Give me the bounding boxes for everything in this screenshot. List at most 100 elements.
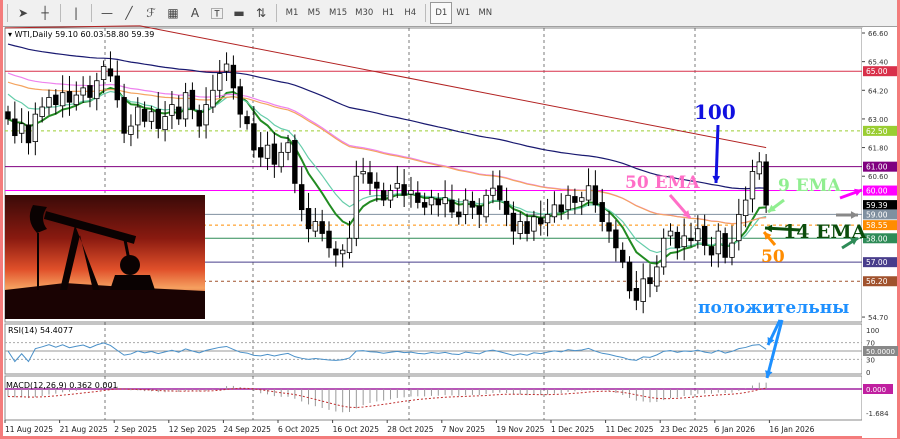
candle[interactable] <box>148 111 155 122</box>
candle[interactable] <box>189 89 196 110</box>
candle[interactable] <box>46 97 52 108</box>
candle[interactable] <box>681 235 687 248</box>
candle[interactable] <box>476 205 482 215</box>
candle[interactable] <box>5 111 11 120</box>
candle[interactable] <box>264 144 271 159</box>
candle[interactable] <box>551 204 558 218</box>
candle[interactable] <box>688 237 694 242</box>
candle[interactable] <box>380 190 387 201</box>
candle[interactable] <box>660 237 667 268</box>
candle[interactable] <box>701 225 708 246</box>
candle[interactable] <box>538 217 544 225</box>
candle[interactable] <box>121 97 127 134</box>
candle[interactable] <box>408 190 414 195</box>
candle[interactable] <box>196 110 202 127</box>
rsi-pane[interactable] <box>4 323 863 375</box>
candle[interactable] <box>203 104 209 126</box>
candle[interactable] <box>285 142 291 153</box>
candle[interactable] <box>80 87 86 96</box>
candle[interactable] <box>223 63 230 72</box>
candle[interactable] <box>53 94 59 106</box>
candle[interactable] <box>715 230 722 255</box>
candle[interactable] <box>510 212 517 232</box>
candle[interactable] <box>230 64 237 89</box>
candle[interactable] <box>667 230 674 237</box>
candle[interactable] <box>435 198 441 206</box>
candle[interactable] <box>442 197 448 205</box>
candle[interactable] <box>626 261 633 292</box>
candle[interactable] <box>312 221 319 232</box>
candle[interactable] <box>12 118 18 137</box>
candle[interactable] <box>141 108 148 122</box>
candle[interactable] <box>39 106 45 117</box>
candle[interactable] <box>258 147 264 158</box>
candle[interactable] <box>346 237 353 254</box>
candle[interactable] <box>763 161 769 206</box>
candle[interactable] <box>565 194 571 211</box>
candle[interactable] <box>558 204 564 213</box>
candle[interactable] <box>176 106 182 120</box>
candle[interactable] <box>640 278 646 302</box>
candle[interactable] <box>421 202 428 208</box>
candle[interactable] <box>271 143 278 165</box>
candle[interactable] <box>654 266 660 287</box>
candle[interactable] <box>339 249 346 255</box>
candle[interactable] <box>326 230 332 249</box>
candle[interactable] <box>599 202 605 222</box>
candle[interactable] <box>674 231 681 249</box>
candle[interactable] <box>360 171 366 175</box>
candle[interactable] <box>155 108 161 129</box>
candle[interactable] <box>729 242 735 258</box>
candle[interactable] <box>456 211 462 218</box>
candle[interactable] <box>353 175 360 239</box>
candle[interactable] <box>333 248 339 256</box>
candle[interactable] <box>237 86 243 115</box>
candle[interactable] <box>462 199 469 215</box>
candle[interactable] <box>736 214 742 242</box>
candle[interactable] <box>305 208 312 230</box>
candle[interactable] <box>292 140 298 184</box>
candle[interactable] <box>585 185 592 201</box>
candle[interactable] <box>298 184 305 211</box>
candle[interactable] <box>428 197 435 206</box>
candle[interactable] <box>449 199 455 213</box>
candle[interactable] <box>162 116 168 131</box>
candle[interactable] <box>87 85 93 98</box>
candle[interactable] <box>517 221 523 234</box>
candle[interactable] <box>107 68 114 77</box>
candle[interactable] <box>66 91 73 103</box>
candle[interactable] <box>579 197 585 202</box>
candle[interactable] <box>633 288 640 301</box>
candle[interactable] <box>251 123 257 151</box>
candle[interactable] <box>135 106 141 126</box>
candle[interactable] <box>497 185 503 201</box>
candle[interactable] <box>544 214 551 224</box>
candle[interactable] <box>592 185 599 206</box>
candle[interactable] <box>278 151 284 168</box>
candle[interactable] <box>100 66 107 80</box>
candle[interactable] <box>695 228 701 242</box>
candle[interactable] <box>25 124 32 144</box>
candle[interactable] <box>182 92 189 120</box>
candle[interactable] <box>394 182 401 189</box>
candle[interactable] <box>169 104 175 116</box>
candle[interactable] <box>367 172 373 184</box>
candle[interactable] <box>18 123 25 134</box>
candle[interactable] <box>742 199 749 217</box>
candle[interactable] <box>59 92 66 107</box>
candle[interactable] <box>524 221 530 234</box>
candle[interactable] <box>94 80 100 100</box>
candle[interactable] <box>620 249 626 263</box>
candle[interactable] <box>73 94 79 106</box>
candle[interactable] <box>387 190 394 201</box>
candle[interactable] <box>756 161 762 175</box>
candle[interactable] <box>749 171 756 200</box>
candle[interactable] <box>490 187 496 196</box>
candle[interactable] <box>469 200 476 208</box>
candle[interactable] <box>415 192 421 203</box>
candle[interactable] <box>647 277 653 285</box>
candle[interactable] <box>128 125 134 135</box>
candle[interactable] <box>32 113 39 143</box>
candle[interactable] <box>722 233 728 258</box>
candle[interactable] <box>319 221 325 234</box>
